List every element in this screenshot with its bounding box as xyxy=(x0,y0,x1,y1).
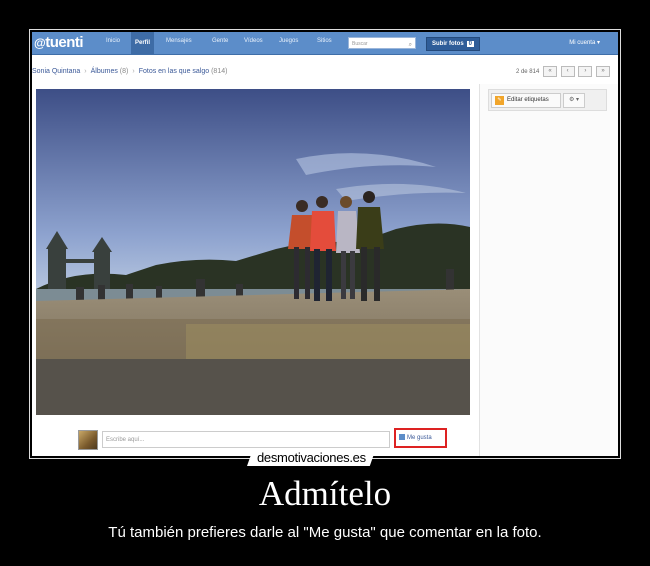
tag-icon: ✎ xyxy=(495,96,504,105)
account-menu[interactable]: Mi cuenta ▾ xyxy=(569,39,600,46)
search-icon[interactable]: ⌕ xyxy=(409,39,412,51)
nav-inicio[interactable]: Inicio xyxy=(106,38,120,44)
photo-sidebar: ✎ Editar etiquetas ⚙ ▾ xyxy=(479,84,618,456)
nav-gente[interactable]: Gente xyxy=(212,38,228,44)
breadcrumb-user[interactable]: Sonia Quintana xyxy=(32,68,80,75)
breadcrumb: Sonia Quintana › Álbumes (8) › Fotos en las … xyxy=(32,68,228,75)
first-photo-button[interactable]: « xyxy=(542,66,557,77)
upload-count-badge: 0 xyxy=(466,41,475,47)
tag-toolbar: ✎ Editar etiquetas ⚙ ▾ xyxy=(488,89,607,111)
like-icon xyxy=(399,434,405,441)
prev-photo-button[interactable]: ‹ xyxy=(560,66,575,77)
nav-sitios[interactable]: Sitios xyxy=(317,38,332,44)
nav-mensajes[interactable]: Mensajes xyxy=(166,38,192,44)
like-button[interactable]: Me gusta xyxy=(394,428,447,448)
edit-tags-button[interactable]: ✎ Editar etiquetas xyxy=(491,93,561,108)
main-photo[interactable] xyxy=(36,89,470,415)
photo-pager: 2 de 814 « ‹ › » xyxy=(516,66,610,77)
breadcrumb-photos[interactable]: Fotos en las que salgo xyxy=(139,68,209,75)
search-input[interactable]: Buscar ⌕ xyxy=(348,37,416,49)
upload-photos-button[interactable]: Subir fotos 0 xyxy=(426,37,481,51)
albums-count: (8) xyxy=(119,68,129,75)
avatar xyxy=(78,430,98,450)
photos-count: (814) xyxy=(211,68,228,75)
photo-image xyxy=(36,89,470,415)
gear-icon[interactable]: ⚙ ▾ xyxy=(563,93,585,108)
breadcrumb-albums[interactable]: Álbumes xyxy=(91,68,118,75)
nav-perfil[interactable]: Perfil xyxy=(131,32,155,54)
pager-position: 2 de 814 xyxy=(515,69,540,76)
nav-videos[interactable]: Vídeos xyxy=(244,38,263,44)
site-brand: desmotivaciones.es xyxy=(247,449,376,466)
tuenti-screenshot: @tuenti Inicio Perfil Mensajes Gente Víd… xyxy=(32,32,618,456)
nav-juegos[interactable]: Juegos xyxy=(279,38,298,44)
next-photo-button[interactable]: › xyxy=(578,66,593,77)
tuenti-logo[interactable]: @tuenti xyxy=(34,34,84,51)
poster-subtitle: Tú también prefieres darle al "Me gusta"… xyxy=(108,524,542,541)
poster-title: Admítelo xyxy=(258,474,392,513)
last-photo-button[interactable]: » xyxy=(596,66,610,77)
comment-input[interactable]: Escribe aquí... xyxy=(102,431,390,448)
top-navbar: @tuenti Inicio Perfil Mensajes Gente Víd… xyxy=(32,32,618,55)
